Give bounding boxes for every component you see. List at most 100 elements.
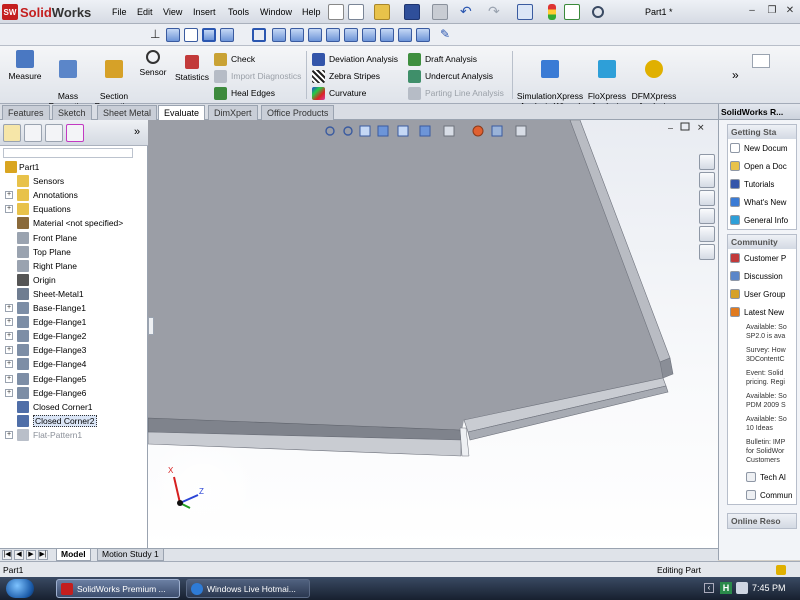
back-view-icon[interactable] (290, 28, 304, 42)
shaded-with-edges-icon[interactable] (202, 28, 216, 42)
expand-toggle-icon[interactable]: + (5, 191, 13, 200)
heal-edges-button[interactable]: Heal Edges (214, 85, 275, 101)
tray-language-icon[interactable]: H (720, 582, 732, 594)
news-item[interactable]: Survey: How 3DContentC (728, 344, 796, 367)
news-item[interactable]: Event: Solid pricing. Regi (728, 367, 796, 390)
section-properties-button[interactable]: Section Properties (92, 50, 136, 111)
feature-tree-tab-icon[interactable] (3, 124, 21, 142)
task-pane-link-what-s-new[interactable]: What's New (728, 193, 796, 211)
taskbar-item-hotmail[interactable]: Windows Live Hotmai... (186, 579, 310, 598)
viewport-minimize-icon[interactable]: – (668, 122, 673, 132)
new-document-icon[interactable] (348, 4, 364, 20)
tab-evaluate[interactable]: Evaluate (158, 105, 206, 121)
tree-item-top-plane[interactable]: Top Plane (0, 245, 148, 259)
dimxpert-manager-tab-icon[interactable] (66, 124, 84, 142)
task-pane-link-discussion[interactable]: Discussion (728, 267, 796, 285)
draft-analysis-button[interactable]: Draft Analysis (408, 51, 477, 67)
tree-item-material-not-specified[interactable]: Material <not specified> (0, 216, 148, 230)
wireframe-icon[interactable] (166, 28, 180, 42)
tree-item-closed-corner1[interactable]: Closed Corner1 (0, 400, 148, 414)
task-pane-link-tutorials[interactable]: Tutorials (728, 175, 796, 193)
task-pane-link-new-docum[interactable]: New Docum (728, 139, 796, 157)
prev-tab-arrow-icon[interactable]: ◀ (14, 550, 24, 560)
statistics-button[interactable]: Statistics (172, 55, 212, 82)
tab-office-products[interactable]: Office Products (261, 105, 335, 120)
rebuild-traffic-light-icon[interactable] (548, 4, 556, 20)
expand-toggle-icon[interactable]: + (5, 318, 13, 327)
front-view-icon[interactable] (272, 28, 286, 42)
print-icon[interactable] (432, 4, 448, 20)
menu-window[interactable]: Window (260, 7, 292, 17)
minimize-icon[interactable]: – (746, 5, 758, 17)
menu-file[interactable]: File (112, 7, 127, 17)
tree-item-edge-flange4[interactable]: + Edge-Flange4 (0, 357, 148, 371)
menu-insert[interactable]: Insert (193, 7, 216, 17)
standard-views-icon[interactable] (252, 28, 266, 42)
sheet-metal-top-face[interactable] (148, 120, 663, 430)
task-pane-link-general-info[interactable]: General Info (728, 211, 796, 229)
graphics-area[interactable]: – ✕ X Z (148, 120, 718, 548)
feature-tree-filter[interactable] (3, 148, 133, 158)
bottom-view-icon[interactable] (362, 28, 376, 42)
more-commands-chevron-icon[interactable]: » (732, 68, 739, 82)
custom-properties-tab-icon[interactable] (699, 244, 715, 260)
menu-view[interactable]: View (163, 7, 182, 17)
expand-toggle-icon[interactable]: + (5, 332, 13, 341)
news-item[interactable]: Available: So PDM 2009 S (728, 390, 796, 413)
edit-appearance-icon[interactable] (472, 125, 484, 137)
tree-item-right-plane[interactable]: Right Plane (0, 259, 148, 273)
online-resources-header[interactable]: Online Reso (728, 514, 796, 528)
normal-to-icon[interactable]: ✎ (440, 28, 454, 42)
tree-item-edge-flange1[interactable]: + Edge-Flange1 (0, 315, 148, 329)
simulationxpress-button[interactable]: SimulationXpress Analysis Wizard (516, 50, 584, 111)
curvature-button[interactable]: Curvature (312, 85, 366, 101)
last-tab-arrow-icon[interactable]: ▶| (38, 550, 48, 560)
rebuild-status-icon[interactable] (776, 565, 786, 575)
view-orientation-hud-icon[interactable] (397, 125, 409, 137)
task-pane-link-user-group[interactable]: User Group (728, 285, 796, 303)
expand-toggle-icon[interactable]: + (5, 430, 13, 439)
view-orientation-icon[interactable]: ⊥ (150, 28, 164, 42)
closed-corner-gap[interactable] (459, 427, 470, 457)
getting-started-header[interactable]: Getting Sta (728, 125, 796, 139)
undo-icon[interactable]: ↶ (460, 4, 476, 20)
right-view-icon[interactable] (326, 28, 340, 42)
open-folder-icon[interactable] (374, 4, 390, 20)
zebra-stripes-button[interactable]: Zebra Stripes (312, 68, 380, 84)
shaded-icon[interactable] (220, 28, 234, 42)
task-pane-footer-link[interactable]: Tech Al (728, 468, 796, 486)
next-tab-arrow-icon[interactable]: ▶ (26, 550, 36, 560)
mass-properties-button[interactable]: Mass Properties (46, 50, 90, 111)
check-button[interactable]: Check (214, 51, 255, 67)
undercut-analysis-button[interactable]: Undercut Analysis (408, 68, 493, 84)
news-item[interactable]: Bulletin: IMP for SolidWor Customers (728, 436, 796, 468)
pin-menu-icon[interactable] (328, 4, 344, 20)
tree-item-sensors[interactable]: Sensors (0, 174, 148, 188)
tab-sheet-metal[interactable]: Sheet Metal (97, 105, 158, 120)
task-pane-link-latest-new[interactable]: Latest New (728, 303, 796, 321)
configuration-manager-tab-icon[interactable] (45, 124, 63, 142)
display-style-icon[interactable] (419, 125, 431, 137)
options-icon[interactable] (564, 4, 580, 20)
restore-icon[interactable]: ❐ (766, 5, 778, 17)
task-pane-link-open-a-doc[interactable]: Open a Doc (728, 157, 796, 175)
expand-toggle-icon[interactable]: + (5, 374, 13, 383)
tab-motion-study-1[interactable]: Motion Study 1 (97, 549, 164, 561)
tab-sketch[interactable]: Sketch (52, 105, 92, 120)
tab-dimxpert[interactable]: DimXpert (208, 105, 258, 120)
apply-scene-icon[interactable] (491, 125, 503, 137)
design-library-tab-icon[interactable] (699, 172, 715, 188)
expand-toggle-icon[interactable]: + (5, 346, 13, 355)
news-item[interactable]: Available: So SP2.0 is ava (728, 321, 796, 344)
top-view-icon[interactable] (344, 28, 358, 42)
expand-toggle-icon[interactable]: + (5, 388, 13, 397)
tree-item-part1[interactable]: Part1 (0, 160, 148, 174)
deviation-analysis-button[interactable]: Deviation Analysis (312, 51, 398, 67)
dimetric-view-icon[interactable] (416, 28, 430, 42)
expand-toggle-icon[interactable]: + (5, 360, 13, 369)
close-icon[interactable]: ✕ (784, 5, 796, 17)
isometric-view-icon[interactable] (380, 28, 394, 42)
tree-item-base-flange1[interactable]: + Base-Flange1 (0, 301, 148, 315)
view-settings-icon[interactable] (515, 125, 527, 137)
task-pane-toggle-icon[interactable] (752, 54, 770, 68)
